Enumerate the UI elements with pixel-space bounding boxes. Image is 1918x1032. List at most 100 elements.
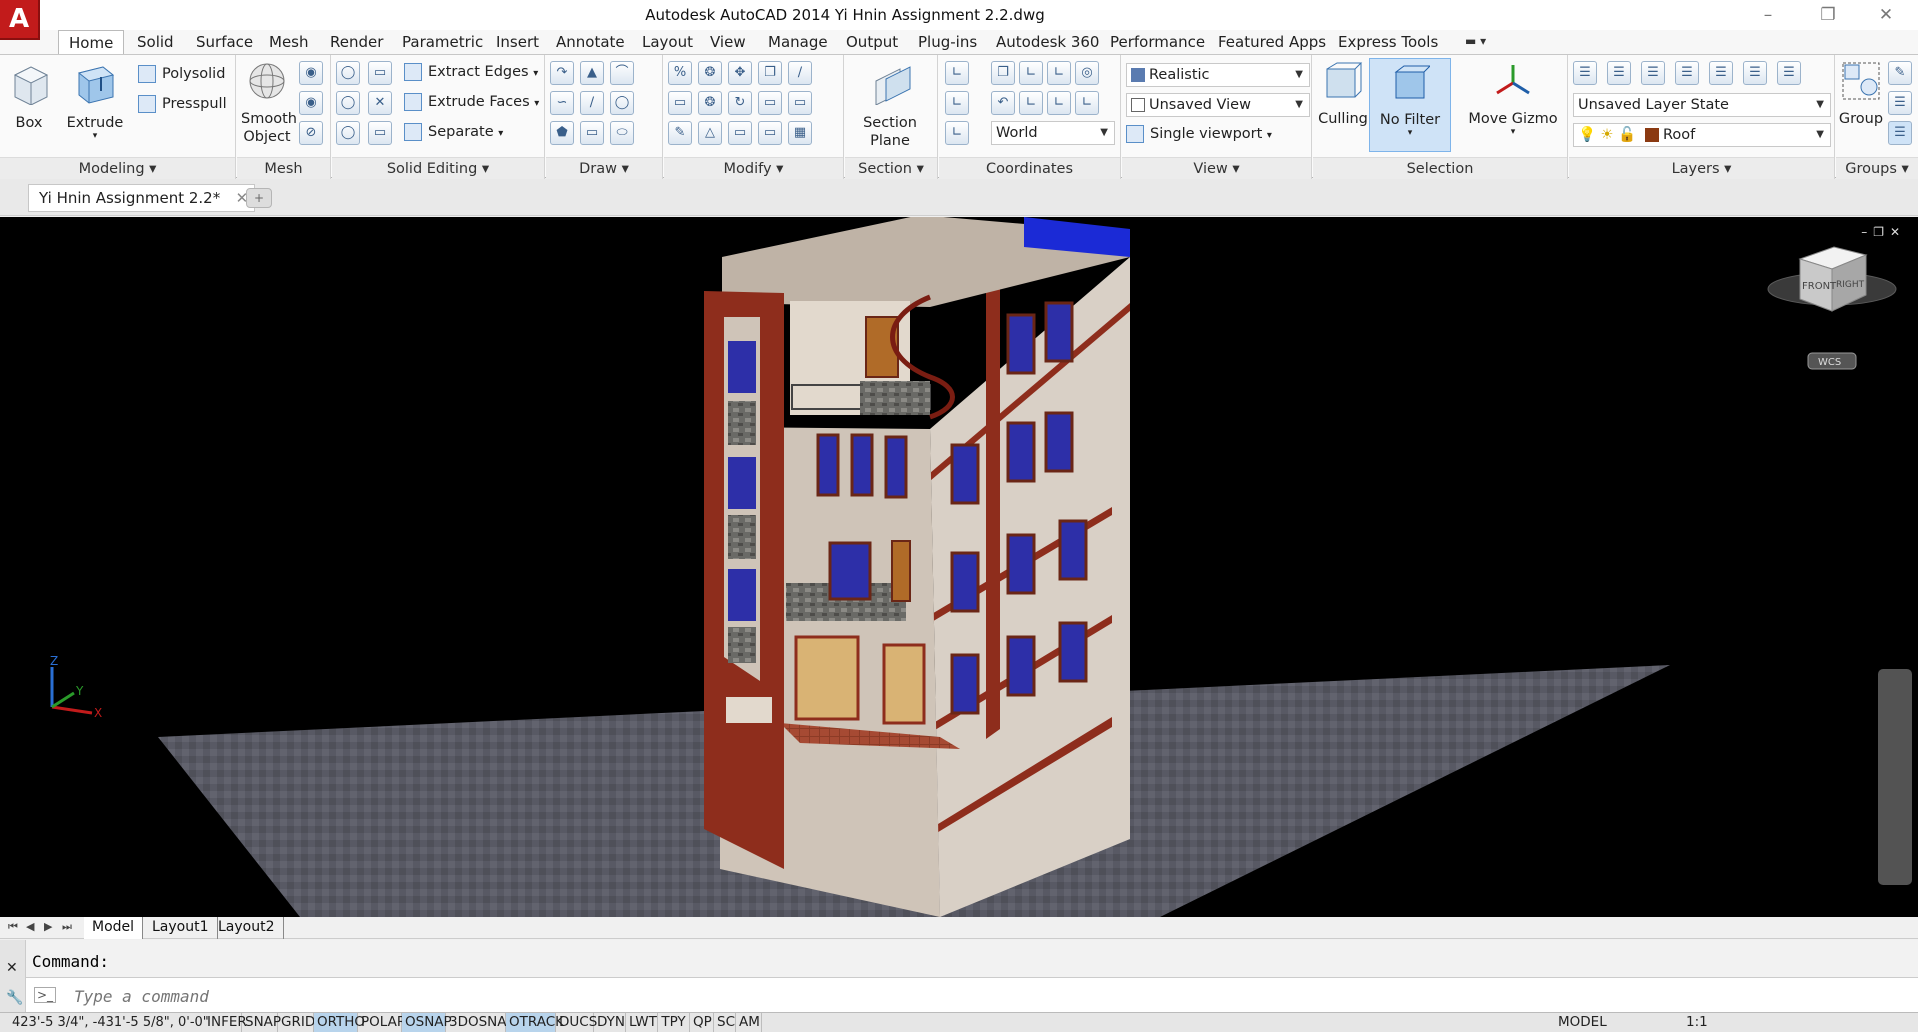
move-icon[interactable]: ✥ [728,61,752,85]
panel-title-mesh[interactable]: Mesh [237,157,330,179]
ucs-zaxis-icon[interactable]: ∟ [1075,91,1099,115]
smooth-object-button[interactable]: Smooth Object [241,61,297,146]
panel-title-layers[interactable]: Layers ▾ [1569,157,1834,179]
toggle-qp[interactable]: QP [690,1013,714,1032]
toggle-snap[interactable]: SNAP [242,1013,281,1032]
tab-annotate[interactable]: Annotate [546,30,635,54]
toggle-sc[interactable]: SC [714,1013,736,1032]
toggle-dyn[interactable]: DYN [594,1013,626,1032]
no-filter-button[interactable]: No Filter ▾ [1369,58,1451,152]
tab-layout2[interactable]: Layout2 [210,917,284,939]
3d-mirror-icon[interactable]: ▭ [728,121,752,145]
ucs-face-icon[interactable]: ∟ [1019,91,1043,115]
tab-featured-apps[interactable]: Featured Apps [1208,30,1336,54]
ucs-z-icon[interactable]: ◎ [1075,61,1099,85]
toggle-polar[interactable]: POLAR [358,1013,406,1032]
box-button[interactable]: Box [6,61,52,132]
rotate-icon[interactable]: ↻ [728,91,752,115]
line-icon[interactable]: ∕ [580,91,604,115]
presspull-button[interactable]: Presspull [138,93,227,115]
interfere-icon[interactable]: ✕ [368,91,392,115]
tab-mesh[interactable]: Mesh [259,30,319,54]
ucs-x-icon[interactable]: ∟ [1019,61,1043,85]
mirror-icon[interactable]: △ [698,121,722,145]
panel-title-selection[interactable]: Selection [1313,157,1567,179]
toggle-3dosnap[interactable]: 3DOSNAP [446,1013,515,1032]
section-plane-button[interactable]: Section Plane [851,61,929,150]
tab-home[interactable]: Home [58,30,125,55]
panel-title-modeling[interactable]: Modeling ▾ [0,157,235,179]
tab-output[interactable]: Output [836,30,908,54]
tab-manage[interactable]: Manage [758,30,838,54]
ribbon-display-toggle-icon[interactable]: ▬ ▾ [1465,34,1486,48]
tab-surface[interactable]: Surface [186,30,263,54]
ucs-origin-icon[interactable]: ∟ [945,91,969,115]
tab-layout[interactable]: Layout [632,30,703,54]
mesh-smooth-more-icon[interactable]: ⊘ [299,121,323,145]
tab-parametric[interactable]: Parametric [392,30,493,54]
model-space-toggle[interactable]: MODEL [1554,1013,1611,1032]
drawing-viewport[interactable]: Z Y X FRONT RIGHT WCS –❐✕ [0,217,1918,917]
fillet-edge-icon[interactable]: ▭ [788,91,812,115]
tab-layout1[interactable]: Layout1 [144,917,218,939]
panel-title-coordinates[interactable]: Coordinates [939,157,1120,179]
circle-icon[interactable]: ◯ [610,91,634,115]
ungroup-icon[interactable]: ✎ [1888,61,1912,85]
visual-style-select[interactable]: Realistic ▼ [1126,63,1310,87]
ucs-select[interactable]: World ▼ [991,121,1115,145]
array-icon[interactable]: ❂ [698,91,722,115]
culling-button[interactable]: Culling [1316,61,1370,128]
extract-edges-button[interactable]: Extract Edges ▾ [404,61,538,85]
layer-previous-icon[interactable]: ☰ [1641,61,1665,85]
separate-button[interactable]: Separate ▾ [404,121,503,145]
viewport-config-button[interactable]: Single viewport ▾ [1126,123,1272,147]
sweep-icon[interactable]: ↷ [550,61,574,85]
erase-icon[interactable]: ✎ [668,121,692,145]
new-tab-button[interactable]: + [246,188,272,208]
trim-icon[interactable]: ▭ [758,121,782,145]
command-input[interactable] [74,984,1904,1008]
extrude-button[interactable]: Extrude ▾ [64,61,126,141]
navigation-bar[interactable] [1878,669,1912,885]
toggle-infer[interactable]: INFER [204,1013,247,1032]
ucs-previous-icon[interactable]: ↶ [991,91,1015,115]
minimize-icon[interactable]: – [1748,2,1788,28]
layer-freeze-icon[interactable]: ☰ [1709,61,1733,85]
rectangular-array-icon[interactable]: ▦ [788,121,812,145]
extrude-faces-button[interactable]: Extrude Faces ▾ [404,91,539,115]
ucs-object-icon[interactable]: ∟ [1047,91,1071,115]
viewcube[interactable]: FRONT RIGHT [1767,246,1897,312]
tab-model[interactable]: Model [84,917,144,939]
tab-view[interactable]: View [700,30,756,54]
tab-insert[interactable]: Insert [486,30,549,54]
layer-state-select[interactable]: Unsaved Layer State ▼ [1573,93,1831,117]
tab-autodesk-360[interactable]: Autodesk 360 [986,30,1109,54]
mesh-smooth-less-icon[interactable]: ◉ [299,91,323,115]
toggle-am[interactable]: AM [736,1013,762,1032]
polysolid-button[interactable]: Polysolid [138,63,225,85]
toggle-otrack[interactable]: OTRACK [506,1013,564,1032]
recent-commands-icon[interactable]: >_ [34,987,57,1003]
ucs-view-icon[interactable]: ∟ [945,121,969,145]
first-layout-icon[interactable]: ⏮ [8,920,18,934]
customize-icon[interactable]: 🔧 [6,990,23,1006]
rectangle-icon[interactable]: ▭ [580,121,604,145]
toggle-osnap[interactable]: OSNAP [402,1013,452,1032]
document-tab[interactable]: Yi Hnin Assignment 2.2* ✕ [28,184,256,212]
panel-title-groups[interactable]: Groups ▾ [1836,157,1918,179]
restore-icon[interactable]: ❐ [1808,2,1848,28]
application-menu-button[interactable]: A [0,0,40,40]
toggle-lwt[interactable]: LWT [626,1013,658,1032]
slice-icon[interactable]: ▭ [368,61,392,85]
toggle-ducs[interactable]: DUCS [556,1013,597,1032]
stretch-icon[interactable]: ▭ [758,91,782,115]
move-gizmo-button[interactable]: Move Gizmo ▾ [1463,61,1563,137]
group-selection-icon[interactable]: ☰ [1888,121,1912,145]
layer-off-icon[interactable]: ☰ [1743,61,1767,85]
intersect-icon[interactable]: ◯ [336,121,360,145]
loft-icon[interactable]: ▲ [580,61,604,85]
current-layer-select[interactable]: 💡 ☀ 🔓 Roof ▼ [1573,123,1831,147]
thicken-icon[interactable]: ▭ [368,121,392,145]
3d-rotate-icon[interactable]: ❂ [698,61,722,85]
next-layout-icon[interactable]: ▶ [44,920,52,933]
